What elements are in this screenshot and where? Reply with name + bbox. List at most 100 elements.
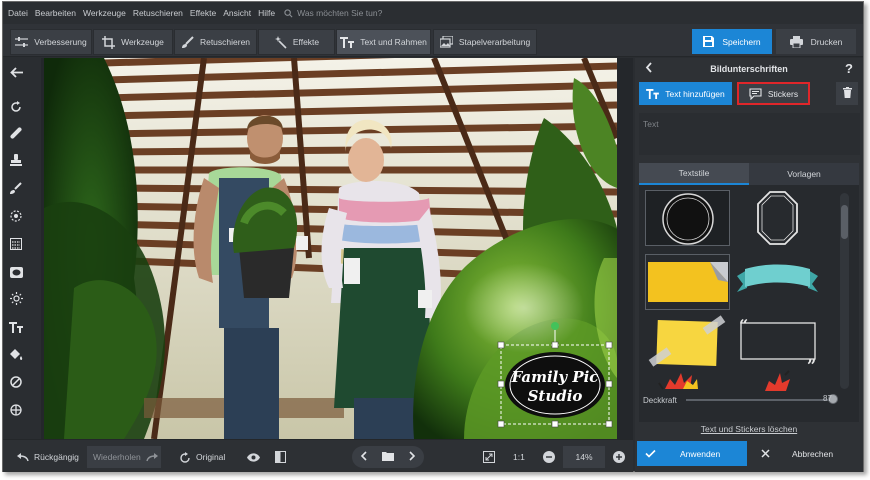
redo-button[interactable]: Wiederholen	[87, 446, 161, 468]
sticker-taped-note[interactable]	[645, 315, 730, 371]
close-icon	[761, 449, 770, 458]
sliders-icon	[15, 36, 29, 48]
magic-wand-icon	[274, 35, 287, 49]
menu-hilfe[interactable]: Hilfe	[258, 8, 275, 18]
panel-header: Bildunterschriften ?	[635, 58, 863, 80]
gradient-icon[interactable]	[3, 233, 29, 255]
menu-datei[interactable]: Datei	[8, 8, 28, 18]
tab-enhance[interactable]: Verbesserung	[10, 29, 92, 55]
command-search[interactable]: Was möchten Sie tun?	[284, 8, 382, 18]
original-label: Original	[196, 452, 226, 462]
compare-icon[interactable]	[275, 446, 286, 468]
clear-text-stickers-link[interactable]: Text und Stickers löschen	[635, 424, 863, 434]
cancel-button[interactable]: Abbrechen	[755, 441, 861, 466]
brush-tool-icon[interactable]	[3, 177, 29, 199]
print-button[interactable]: Drucken	[776, 29, 856, 54]
back-arrow-icon[interactable]	[3, 61, 29, 83]
redo-icon	[146, 452, 158, 462]
save-label: Speichern	[722, 36, 761, 47]
menu-ansicht[interactable]: Ansicht	[223, 8, 251, 18]
print-label: Drucken	[810, 36, 843, 47]
crop-icon	[102, 35, 116, 49]
zoom-level[interactable]: 14%	[563, 446, 605, 468]
tab-retouch[interactable]: Retuschieren	[174, 29, 257, 55]
tab-templates[interactable]: Vorlagen	[749, 163, 859, 185]
bottom-bar: Rückgängig Wiederholen Original 1:1 14%	[3, 439, 633, 472]
captions-panel: Bildunterschriften ? Text hinzufügen Sti…	[635, 58, 863, 472]
sun-icon[interactable]	[3, 287, 29, 309]
cancel-label: Abbrechen	[792, 448, 834, 459]
original-button[interactable]: Original	[180, 446, 225, 468]
tab-effects[interactable]: Effekte	[258, 29, 335, 55]
chevron-left-icon[interactable]	[645, 62, 652, 75]
check-icon	[645, 449, 656, 458]
zoom-in-icon[interactable]	[613, 446, 625, 468]
printer-icon	[789, 35, 803, 48]
menu-retuschieren[interactable]: Retuschieren	[133, 8, 183, 18]
left-toolbar	[3, 58, 41, 433]
tab-tools[interactable]: Werkzeuge	[93, 29, 173, 55]
speech-bubble-icon	[749, 87, 762, 100]
rotate-handle[interactable]	[551, 322, 559, 330]
menu-effekte[interactable]: Effekte	[190, 8, 216, 18]
chevron-left-icon[interactable]	[360, 451, 367, 463]
undo-button[interactable]: Rückgängig	[17, 446, 79, 468]
opacity-slider-row: Deckkraft 87	[643, 393, 855, 407]
scrollbar-thumb[interactable]	[841, 205, 848, 239]
stamp-icon[interactable]	[3, 149, 29, 171]
tab-tools-label: Werkzeuge	[121, 37, 164, 47]
sticker-teal-ribbon[interactable]	[735, 254, 820, 310]
undo-icon	[17, 452, 29, 462]
radial-icon[interactable]	[3, 205, 29, 227]
delete-button[interactable]	[836, 82, 858, 105]
menu-werkzeuge[interactable]: Werkzeuge	[83, 8, 126, 18]
sticker-yellow-note[interactable]	[645, 254, 730, 310]
folder-icon[interactable]	[381, 451, 394, 463]
bandage-icon[interactable]	[3, 122, 29, 144]
main-toolbar: Verbesserung Werkzeuge Retuschieren Effe…	[3, 24, 863, 57]
add-text-button[interactable]: Text hinzufügen	[639, 82, 732, 105]
text-input[interactable]: Text	[639, 113, 860, 155]
floppy-icon	[703, 36, 715, 47]
apply-button[interactable]: Anwenden	[637, 441, 747, 466]
save-button[interactable]: Speichern	[692, 29, 772, 54]
tab-effects-label: Effekte	[292, 37, 320, 47]
sticker-quote-frame[interactable]: “”	[735, 315, 820, 375]
text-icon	[646, 88, 660, 99]
tab-batch[interactable]: Stapelverarbeitung	[433, 29, 537, 55]
sticker-comic-burst-2[interactable]	[735, 369, 820, 391]
replace-bg-icon[interactable]	[3, 371, 29, 393]
opacity-slider[interactable]	[686, 394, 838, 404]
reset-icon	[180, 451, 191, 463]
eye-icon[interactable]	[247, 446, 260, 468]
menu-bearbeiten[interactable]: Bearbeiten	[35, 8, 76, 18]
help-icon[interactable]: ?	[845, 61, 853, 76]
add-text-label: Text hinzufügen	[665, 88, 725, 99]
sticker-octagon-frame[interactable]	[735, 190, 820, 246]
gallery-scrollbar[interactable]	[840, 193, 849, 389]
photo-canvas[interactable]: Family Pic Studio	[44, 58, 617, 439]
style-tabs: Textstile Vorlagen	[639, 163, 859, 185]
tab-text-styles[interactable]: Textstile	[639, 163, 749, 185]
tab-text-frames[interactable]: Text und Rahmen	[336, 29, 431, 55]
actual-size-button[interactable]: 1:1	[513, 446, 525, 468]
sticker-black-circle[interactable]	[645, 190, 730, 246]
tab-batch-label: Stapelverarbeitung	[458, 37, 531, 47]
svg-text:“: “	[739, 316, 748, 335]
paint-bucket-icon[interactable]	[3, 344, 29, 366]
sticker-gallery: “” Deckkraft 87	[639, 185, 859, 422]
tab-text-frames-label: Text und Rahmen	[360, 37, 427, 47]
photo-image: Family Pic Studio	[44, 58, 617, 439]
rotate-icon[interactable]	[3, 96, 29, 118]
text-tool-icon[interactable]	[3, 316, 29, 338]
chevron-right-icon[interactable]	[409, 451, 416, 463]
images-icon	[439, 36, 453, 48]
panel-title: Bildunterschriften	[710, 64, 788, 74]
zoom-out-icon[interactable]	[543, 446, 555, 468]
stickers-button[interactable]: Stickers	[737, 82, 810, 105]
undo-label: Rückgängig	[34, 452, 79, 462]
sticker-comic-burst-1[interactable]	[645, 369, 730, 391]
fit-screen-icon[interactable]	[483, 446, 495, 468]
target-icon[interactable]	[3, 399, 29, 421]
vignette-icon[interactable]	[3, 261, 29, 283]
